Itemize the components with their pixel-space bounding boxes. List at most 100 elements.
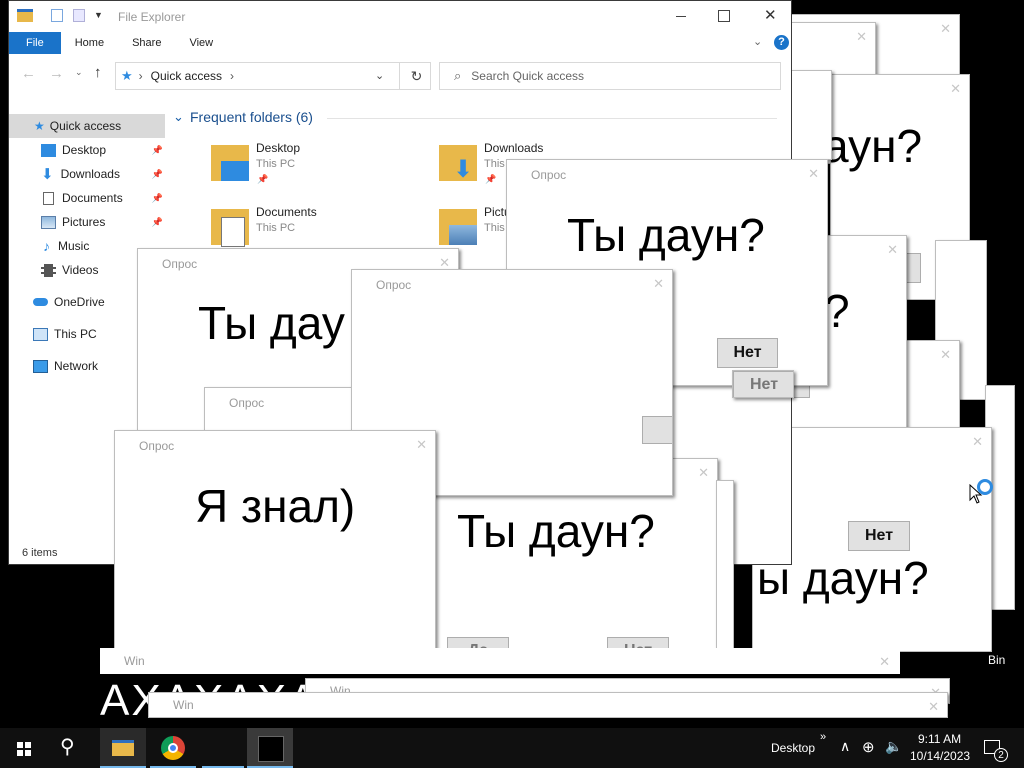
folder-name: Documents — [256, 205, 317, 219]
recycle-bin-label[interactable]: Bin — [988, 653, 1005, 667]
toolbar-chevron-icon[interactable]: » — [820, 731, 826, 743]
sidebar-item-pictures[interactable]: Pictures 📌 — [9, 210, 165, 234]
ribbon-expand-icon[interactable]: ⌄ — [753, 35, 762, 48]
close-icon[interactable]: ✕ — [879, 654, 890, 670]
taskbar-file-explorer[interactable] — [100, 728, 146, 768]
clock-date[interactable]: 10/14/2023 — [910, 749, 970, 763]
sidebar-item-label: Downloads — [60, 167, 120, 181]
pin-icon[interactable]: 📌 — [152, 169, 163, 180]
close-icon[interactable]: ✕ — [808, 166, 819, 182]
help-icon[interactable]: ? — [774, 35, 789, 50]
folder-icon — [17, 9, 33, 22]
poll-dialog-back-4[interactable] — [790, 70, 832, 160]
document-icon — [43, 191, 54, 205]
sidebar-item-downloads[interactable]: ⬇ Downloads 📌 — [9, 162, 165, 186]
star-icon: ★ — [34, 119, 45, 133]
address-bar[interactable]: ★ › Quick access › ⌄ ↻ — [115, 62, 431, 90]
breadcrumb-quick-access[interactable]: Quick access — [151, 69, 222, 83]
new-folder-icon[interactable] — [73, 9, 85, 22]
tab-home[interactable]: Home — [61, 32, 118, 54]
taskbar: ⚲ Desktop » ∧ ⊕ 🔈 9:11 AM 10/14/2023 2 — [0, 728, 1024, 768]
close-icon[interactable]: ✕ — [940, 21, 951, 37]
no-button[interactable] — [642, 416, 672, 444]
close-icon[interactable]: ✕ — [950, 81, 961, 97]
dialog-question-text: Ты даун? — [567, 209, 765, 261]
taskbar-app-1[interactable] — [202, 728, 244, 768]
poll-dialog-behind-no[interactable]: Нет — [732, 370, 794, 398]
sidebar-item-label: Network — [54, 359, 99, 373]
clock-time[interactable]: 9:11 AM — [918, 732, 961, 746]
section-chevron-icon[interactable]: ⌄ — [173, 109, 184, 125]
ribbon-tabs: File Home Share View ⌄ ? — [9, 32, 791, 54]
sidebar-item-quick-access[interactable]: ★ Quick access — [9, 114, 165, 138]
taskbar-app-2[interactable] — [247, 728, 293, 768]
no-button[interactable]: Нет — [717, 338, 778, 368]
sidebar-item-documents[interactable]: Documents 📌 — [9, 186, 165, 210]
forward-arrow-icon[interactable]: → — [49, 65, 64, 82]
navigation-bar: ← → ⌄ ↑ ★ › Quick access › ⌄ ↻ ⌕ Search … — [9, 54, 791, 94]
language-globe-icon[interactable]: ⊕ — [862, 738, 875, 756]
dialog-question-text: Ты дау — [198, 297, 345, 349]
close-icon[interactable]: ✕ — [416, 437, 427, 453]
desktop-toolbar-label[interactable]: Desktop — [771, 741, 815, 755]
win-window-3[interactable]: Win ✕ — [148, 692, 948, 718]
close-icon[interactable]: ✕ — [856, 29, 867, 45]
up-arrow-icon[interactable]: ↑ — [94, 64, 102, 81]
properties-icon[interactable] — [51, 9, 63, 22]
pin-icon[interactable]: 📌 — [152, 145, 163, 156]
cloud-icon — [33, 298, 48, 306]
dialog-title: Win — [124, 654, 145, 668]
back-arrow-icon[interactable]: ← — [21, 65, 36, 82]
folder-icon — [112, 740, 134, 756]
poll-dialog-bottom-center-2[interactable] — [716, 480, 734, 650]
close-icon[interactable]: ✕ — [940, 347, 951, 363]
show-hidden-icons-icon[interactable]: ∧ — [840, 738, 850, 755]
pin-icon[interactable]: 📌 — [257, 174, 268, 185]
section-header[interactable]: Frequent folders (6) — [190, 109, 313, 125]
close-icon[interactable]: ✕ — [764, 6, 777, 24]
tab-file[interactable]: File — [9, 32, 61, 54]
refresh-icon[interactable]: ↻ — [399, 62, 433, 90]
search-placeholder: Search Quick access — [471, 69, 584, 83]
chrome-icon-center — [168, 743, 178, 753]
pin-icon[interactable]: 📌 — [152, 193, 163, 204]
sidebar-item-desktop[interactable]: Desktop 📌 — [9, 138, 165, 162]
star-icon: ★ — [121, 68, 133, 83]
chevron-down-icon[interactable]: ▼ — [94, 10, 103, 20]
sidebar-item-label: Pictures — [62, 215, 106, 229]
close-icon[interactable]: ✕ — [972, 434, 983, 450]
no-button[interactable]: Нет — [733, 371, 793, 397]
search-input[interactable]: ⌕ Search Quick access — [439, 62, 781, 90]
dialog-title: Опрос — [376, 278, 412, 292]
close-icon[interactable]: ✕ — [887, 242, 898, 258]
maximize-icon[interactable] — [718, 10, 730, 22]
tab-share[interactable]: Share — [118, 32, 175, 54]
folder-name: Desktop — [256, 141, 301, 155]
app-window-icon — [258, 736, 284, 762]
tab-view[interactable]: View — [175, 32, 227, 54]
windows-start-icon[interactable] — [17, 742, 31, 756]
section-divider — [327, 118, 777, 119]
download-icon: ⬇ — [41, 166, 54, 183]
address-dropdown-icon[interactable]: ⌄ — [375, 69, 384, 82]
no-button[interactable]: Нет — [848, 521, 910, 551]
pin-icon[interactable]: 📌 — [152, 217, 163, 228]
sidebar-item-label: Videos — [62, 263, 99, 277]
search-icon[interactable]: ⚲ — [60, 734, 75, 759]
explorer-titlebar[interactable]: ▼ File Explorer ✕ — [9, 1, 791, 32]
close-icon[interactable]: ✕ — [928, 699, 939, 715]
taskbar-chrome[interactable] — [150, 728, 196, 768]
poll-dialog-answer[interactable]: Опрос ✕ Я знал) — [114, 430, 436, 660]
minimize-icon[interactable] — [676, 16, 686, 17]
notification-count-badge: 2 — [994, 748, 1008, 762]
sidebar-item-label: Desktop — [62, 143, 107, 157]
dialog-answer-text: Я знал) — [195, 480, 356, 532]
search-icon: ⌕ — [454, 68, 462, 83]
volume-muted-icon[interactable]: 🔈 — [885, 738, 902, 755]
folder-location: This — [484, 222, 505, 234]
chevron-down-icon[interactable]: ⌄ — [75, 67, 83, 78]
pin-icon[interactable]: 📌 — [485, 174, 496, 185]
close-icon[interactable]: ✕ — [653, 276, 664, 292]
close-icon[interactable]: ✕ — [698, 465, 709, 481]
win-titlebar[interactable]: Win ✕ — [100, 648, 900, 674]
